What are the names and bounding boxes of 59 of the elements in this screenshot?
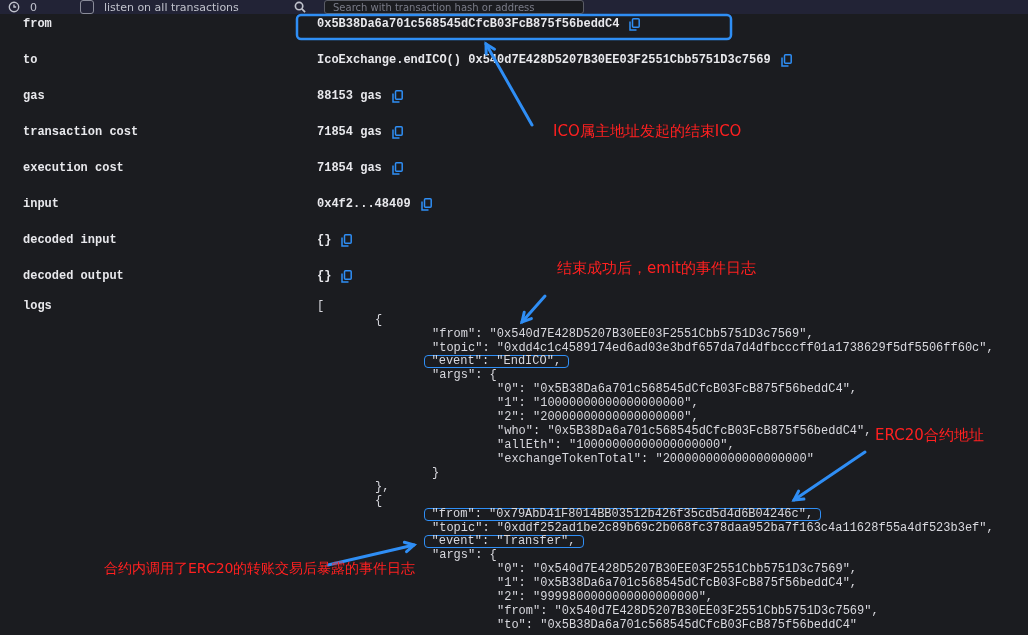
copy-icon[interactable]: [391, 161, 403, 175]
copy-icon[interactable]: [780, 53, 792, 67]
detail-value: 88153 gas: [317, 89, 382, 103]
detail-label: decoded input: [23, 233, 118, 247]
log-line: "from": "0x540d7E428D5207B30EE03F2551Cbb5751D3c7569",: [497, 604, 879, 618]
transaction-count: 0: [30, 0, 38, 14]
highlighted-log-line: "event": "EndICO",: [423, 355, 570, 368]
copy-icon[interactable]: [341, 233, 353, 247]
log-line: {: [375, 313, 383, 327]
copy-icon[interactable]: [341, 269, 353, 283]
log-line: "topic": "0xddf252ad1be2c89b69c2b068fc378daa952ba7f163c4a11628f55a4df523b3ef",: [432, 521, 994, 535]
detail-value: 71854 gas: [317, 125, 382, 139]
log-line: "1": "0x5B38Da6a701c568545dCfcB03FcB875f56beddC4",: [497, 576, 858, 590]
log-line: "exchangeTokenTotal": "20000000000000000000": [497, 452, 814, 466]
listen-checkbox[interactable]: [80, 0, 94, 14]
copy-icon[interactable]: [420, 197, 432, 211]
copy-icon[interactable]: [391, 89, 403, 103]
detail-label: transaction cost: [23, 125, 140, 139]
detail-label: from: [23, 17, 53, 31]
log-line: "topic": "0xdd4c1c4589174ed6ad03e3bdf657da7d4dfbcccff01a1738629f5df5506ff60c",: [432, 341, 994, 355]
detail-label: decoded output: [23, 269, 125, 283]
highlighted-log-line: "event": "Transfer",: [423, 535, 584, 548]
detail-value: {}: [317, 233, 332, 247]
log-line: "from": "0x540d7E428D5207B30EE03F2551Cbb5751D3c7569",: [432, 327, 814, 341]
log-line: "args": {: [432, 548, 497, 562]
log-line: }: [432, 466, 440, 480]
search-icon[interactable]: [294, 1, 306, 13]
log-line: "who": "0x5B38Da6a701c568545dCfcB03FcB875f56beddC4",: [497, 424, 872, 438]
annotation-text: 结束成功后，emit的事件日志: [557, 259, 756, 278]
log-line: },: [375, 480, 390, 494]
detail-value: 71854 gas: [317, 161, 382, 175]
detail-label: gas: [23, 89, 46, 103]
detail-label: to: [23, 53, 39, 67]
log-line: {: [375, 494, 383, 508]
search-field[interactable]: Search with transaction hash or address: [324, 0, 584, 14]
detail-value: {}: [317, 269, 332, 283]
log-line: "to": "0x5B38Da6a701c568545dCfcB03FcB875f56beddC4": [497, 618, 858, 632]
detail-value: 0x5B38Da6a701c568545dCfcB03FcB875f56beddC4: [317, 17, 620, 31]
annotation-text: ICO属主地址发起的结束ICO: [553, 122, 742, 141]
log-line: "0": "0x5B38Da6a701c568545dCfcB03FcB875f56beddC4",: [497, 382, 858, 396]
listen-label: listen on all transactions: [104, 0, 240, 14]
clock-icon[interactable]: [8, 1, 20, 13]
log-line: "allEth": "10000000000000000000",: [497, 438, 735, 452]
detail-label: logs: [23, 299, 53, 313]
log-line: "2": "9999800000000000000000",: [497, 590, 714, 604]
arrow: [519, 294, 547, 325]
detail-label: input: [23, 197, 60, 211]
log-line: [: [317, 299, 325, 313]
detail-label: execution cost: [23, 161, 125, 175]
annotation-text: ERC20合约地址: [875, 426, 984, 445]
highlighted-log-line: "from": "0x79AbD41F8014BB03512b426f35cd5d4d6B04246c",: [423, 508, 822, 521]
log-line: "0": "0x540d7E428D5207B30EE03F2551Cbb5751D3c7569",: [497, 562, 858, 576]
copy-icon[interactable]: [391, 125, 403, 139]
log-line: "1": "10000000000000000000",: [497, 396, 699, 410]
log-line: "args": {: [432, 368, 497, 382]
detail-value: 0x4f2...48409: [317, 197, 411, 211]
copy-icon[interactable]: [629, 17, 641, 31]
log-line: "2": "20000000000000000000",: [497, 410, 699, 424]
annotation-text: 合约内调用了ERC20的转账交易后暴露的事件日志: [104, 560, 416, 578]
